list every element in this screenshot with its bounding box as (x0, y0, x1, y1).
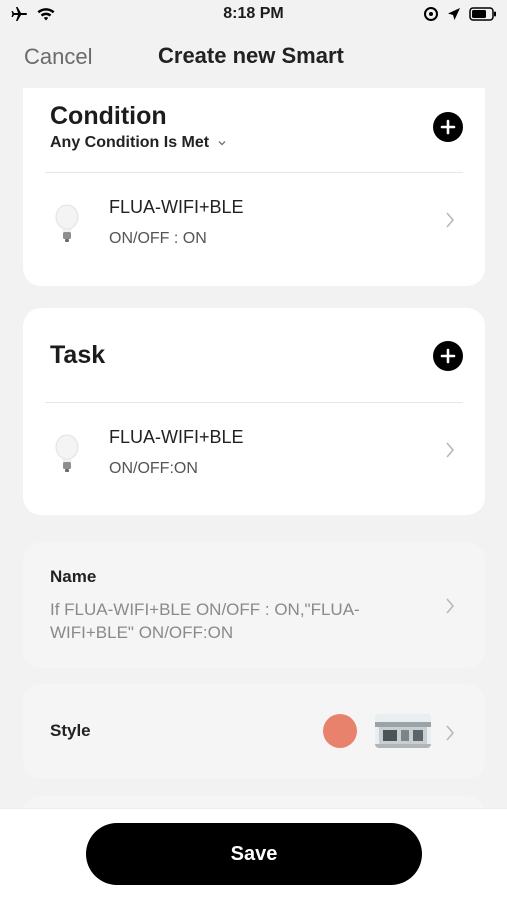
task-item[interactable]: FLUA-WIFI+BLE ON/OFF:ON (23, 403, 485, 503)
chevron-down-icon (217, 134, 227, 152)
light-bulb-icon (53, 433, 81, 473)
chevron-right-icon (445, 209, 455, 235)
save-button[interactable]: Save (86, 823, 422, 885)
bottom-bar: Save (0, 808, 507, 901)
condition-mode-label: Any Condition Is Met (50, 134, 210, 151)
chevron-right-icon (445, 722, 455, 748)
location-arrow-icon (447, 7, 461, 26)
location-lock-icon (423, 6, 439, 27)
light-bulb-icon (53, 203, 81, 243)
status-bar: 8:18 PM (0, 0, 507, 30)
condition-device-value: ON/OFF : ON (109, 230, 207, 247)
task-title: Task (50, 341, 106, 369)
chevron-right-icon (445, 595, 455, 621)
task-device-name: FLUA-WIFI+BLE (109, 427, 244, 447)
style-label: Style (50, 721, 91, 740)
style-color-swatch[interactable] (323, 714, 357, 748)
chevron-right-icon (445, 439, 455, 465)
page-title: Create new Smart (158, 43, 344, 68)
condition-mode-selector[interactable]: Any Condition Is Met (50, 134, 227, 152)
status-right-icons (423, 6, 497, 27)
plus-icon (440, 348, 456, 364)
condition-device-name: FLUA-WIFI+BLE (109, 197, 244, 217)
style-card[interactable]: Style (23, 684, 485, 779)
add-condition-button[interactable] (433, 112, 463, 142)
smart-name-value: If FLUA-WIFI+BLE ON/OFF : ON,"FLUA-WIFI+… (50, 600, 360, 642)
battery-icon (469, 7, 497, 26)
task-device-value: ON/OFF:ON (109, 460, 198, 477)
plus-icon (440, 119, 456, 135)
name-label: Name (50, 567, 97, 586)
condition-item[interactable]: FLUA-WIFI+BLE ON/OFF : ON (23, 173, 485, 273)
add-task-button[interactable] (433, 341, 463, 371)
navigation-bar: Cancel Create new Smart (0, 38, 507, 78)
cancel-button[interactable]: Cancel (24, 44, 92, 70)
task-card: Task FLUA-WIFI+BLE ON/OFF:ON (23, 308, 485, 515)
condition-card: Condition Any Condition Is Met FLUA-WIFI… (23, 88, 485, 286)
condition-title: Condition (50, 102, 167, 130)
style-background-thumbnail[interactable] (375, 714, 431, 748)
name-card[interactable]: Name If FLUA-WIFI+BLE ON/OFF : ON,"FLUA-… (23, 542, 485, 668)
